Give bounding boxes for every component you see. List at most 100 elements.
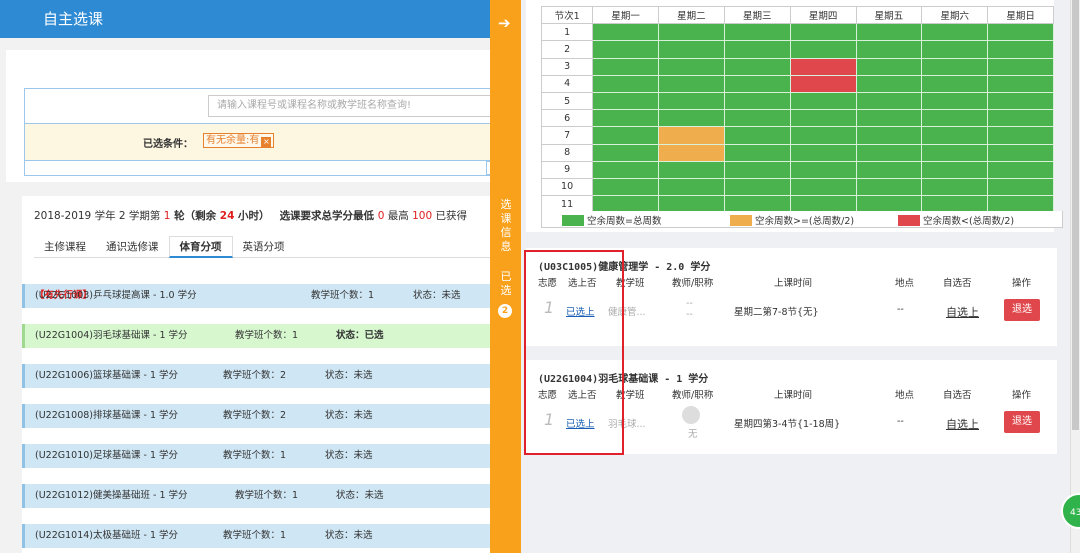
schedule-row: 4 [540,74,1054,93]
course-status: 状态：未选 [336,490,384,501]
course-row[interactable]: (U22G1006)篮球基础课 - 1 学分 教学班个数：2 状态：未选 [22,364,490,388]
schedule-cell [987,109,1054,128]
schedule-cell [592,126,660,145]
period-label: 3 [540,57,594,76]
schedule-cell [658,74,725,93]
schedule-cell [592,23,660,42]
schedule-cell [855,160,923,179]
withdraw-button[interactable]: 退选 [1004,299,1040,321]
course-status: 状态：未选 [325,370,373,381]
class-count: 教学班个数：2 [223,410,287,421]
schedule-table: 节次1 星期一 星期二 星期三 星期四 星期五 星期六 星期日 1 2 3 4 5 6 7 8 9 10 11 [540,5,1054,214]
schedule-cell [987,91,1054,111]
selected-count-badge: 2 [498,304,512,318]
schedule-cell [921,57,989,76]
selection-info-toggle[interactable]: ➔ 选课信息 已选 2 [490,0,521,553]
course-title: (U22G1012)健美操基础班 - 1 学分 [35,490,188,501]
day-header: 星期日 [987,5,1054,25]
schedule-cell [855,57,923,76]
course-tabs: 主修课程 通识选修课 体育分项 英语分项 [34,236,490,258]
schedule-cell [658,143,725,162]
condition-tag[interactable]: 有无余量:有 × [203,133,275,148]
course-selection-panel: 自主选课 请输入课程号或课程名称或教学班名称查询! 已选条件： 有无余量:有 × … [0,0,490,553]
schedule-cell [723,143,791,162]
course-row[interactable]: (U22G1012)健美操基础班 - 1 学分 教学班个数：1 状态：未选 [22,484,490,508]
schedule-cell [789,177,857,197]
column-header: 上课时间 [774,390,813,401]
period-header: 节次1 [540,5,594,25]
schedule-cell [658,40,725,59]
tab-english[interactable]: 英语分项 [233,237,295,259]
course-status: 状态：未选 [325,450,373,461]
term-info: 2018-2019 学年 2 学期第 1 轮（剩余 24 小时） 选课要求总学分… [34,208,467,223]
schedule-cell [987,177,1054,197]
legend-item-full: 空余周数=总周数 [562,213,661,227]
search-input[interactable]: 请输入课程号或课程名称或教学班名称查询! [208,95,490,117]
close-icon[interactable]: × [261,137,272,147]
course-title: (U22G1006)篮球基础课 - 1 学分 [35,370,179,381]
remain-hours: 24 [219,210,235,222]
schedule-cell [789,57,857,76]
highlight-box [524,250,624,455]
withdraw-button[interactable]: 退选 [1004,411,1040,433]
course-status: 状态：未选 [325,530,373,541]
filter-footer [24,160,490,176]
column-header: 操作 [1012,278,1032,289]
schedule-cell [723,23,791,42]
schedule-cell [921,109,989,128]
teacher-name: -- -- [686,298,693,320]
schedule-cell [658,160,725,179]
credit-max: 100 [412,210,433,222]
schedule-card: 节次1 星期一 星期二 星期三 星期四 星期五 星期六 星期日 1 2 3 4 5 6 7 8 9 10 11 空余… [526,0,1063,232]
day-header: 星期四 [789,5,857,25]
schedule-cell [592,91,660,111]
tab-major[interactable]: 主修课程 [34,237,96,259]
selection-info-label: 选课信息 [500,198,512,253]
period-label: 4 [540,74,594,93]
remain-label: 剩余 [195,210,220,222]
schedule-cell [592,57,660,76]
course-row[interactable]: (U22G1004)羽毛球基础课 - 1 学分 教学班个数：1 状态：已选 [22,324,490,348]
tab-sports[interactable]: 体育分项 [168,236,233,258]
schedule-cell [987,23,1054,42]
schedule-cell [789,91,857,111]
period-label: 9 [540,160,594,179]
class-place: -- [897,416,904,427]
course-row[interactable]: (U22G1010)足球基础课 - 1 学分 教学班个数：1 状态：未选 [22,444,490,468]
self-selected-link[interactable]: 自选上 [946,304,979,320]
class-count: 教学班个数：1 [311,290,375,301]
schedule-cell [921,40,989,59]
period-label: 7 [540,126,594,145]
course-row[interactable]: (U22G1014)太极基础班 - 1 学分 教学班个数：1 状态：未选 [22,524,490,548]
schedule-cell [921,91,989,111]
selected-conditions: 已选条件： 有无余量:有 × [24,124,490,160]
tab-general[interactable]: 通识选修课 [96,237,169,259]
schedule-cell [855,143,923,162]
period-label: 1 [540,23,594,42]
class-count: 教学班个数：1 [235,490,299,501]
scrollbar-thumb[interactable] [1072,0,1079,430]
schedule-legend: 空余周数=总周数 空余周数>=(总周数/2) 空余周数<(总周数/2) [541,211,1063,228]
schedule-cell [789,74,857,93]
term-text: 轮（ [170,210,196,222]
schedule-row: 7 [540,126,1054,145]
credit-max-label: 最高 [384,210,413,222]
schedule-cell [789,160,857,179]
schedule-cell [855,177,923,197]
course-row[interactable]: 【有先行课】 (U22G1003)乒乓球提高课 - 1.0 学分 教学班个数：1 状态… [22,284,490,308]
schedule-cell [592,160,660,179]
search-box: 请输入课程号或课程名称或教学班名称查询! [24,88,490,124]
schedule-cell [658,91,725,111]
legend-swatch [730,215,752,226]
schedule-cell [723,57,791,76]
schedule-cell [789,23,857,42]
course-row[interactable]: (U22G1008)排球基础课 - 1 学分 教学班个数：2 状态：未选 [22,404,490,428]
page-header: 自主选课 [0,0,490,38]
schedule-cell [921,143,989,162]
self-selected-link[interactable]: 自选上 [946,416,979,432]
credit-req-label: 选课要求总学分最低 [279,210,378,222]
schedule-cell [987,74,1054,93]
scrollbar[interactable] [1070,0,1080,553]
arrow-right-icon[interactable]: ➔ [498,14,511,32]
schedule-row: 9 [540,160,1054,179]
